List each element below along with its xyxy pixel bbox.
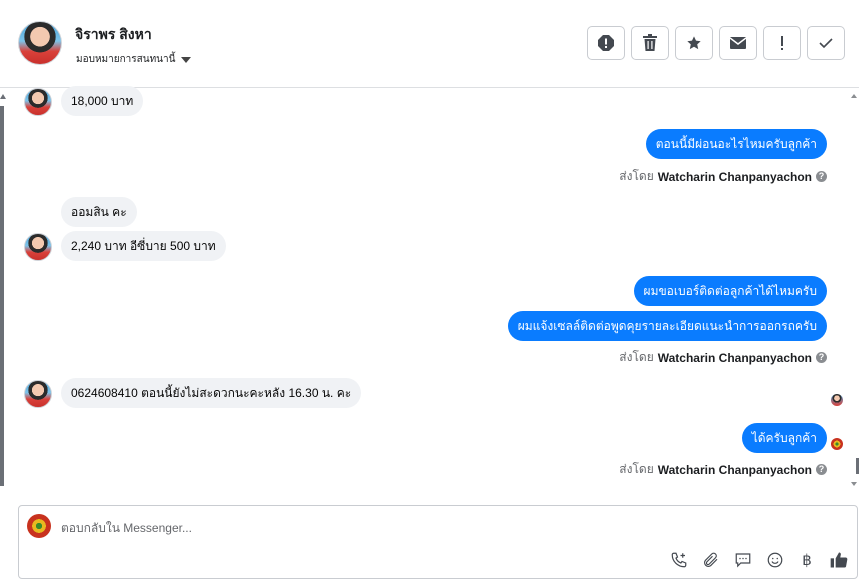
message-bubble-incoming[interactable]: 0624608410 ตอนนี้ยังไม่สะดวกนะคะหลัง 16.… <box>61 378 362 408</box>
follow-up-button[interactable] <box>763 26 801 60</box>
sent-by-prefix: ส่งโดย <box>619 169 654 183</box>
envelope-icon <box>730 37 746 49</box>
delivered-avatar <box>831 438 843 450</box>
sender-agent-name[interactable]: Watcharin Chanpanyachon <box>658 351 812 365</box>
sent-by-prefix: ส่งโดย <box>619 462 654 476</box>
paperclip-icon[interactable] <box>701 550 721 570</box>
help-icon[interactable]: ? <box>816 464 827 475</box>
composer-toolbar: ฿ <box>669 550 849 570</box>
star-icon <box>687 36 701 50</box>
right-scroll-down-arrow[interactable] <box>851 482 857 486</box>
sender-agent-name[interactable]: Watcharin Chanpanyachon <box>658 170 812 184</box>
right-scroll-up-arrow[interactable] <box>851 94 857 98</box>
mark-done-button[interactable] <box>807 26 845 60</box>
sent-by-label: ส่งโดย Watcharin Chanpanyachon ? <box>619 460 827 479</box>
message-bubble-incoming[interactable]: 2,240 บาท อีซี่บาย 500 บาท <box>61 231 226 261</box>
exclamation-icon <box>781 36 783 50</box>
help-icon[interactable]: ? <box>816 171 827 182</box>
contact-avatar[interactable] <box>18 21 62 65</box>
emoji-icon[interactable] <box>765 550 785 570</box>
page-avatar <box>27 514 51 538</box>
help-icon[interactable]: ? <box>816 352 827 363</box>
left-scrollbar[interactable] <box>0 106 4 486</box>
mark-unread-button[interactable] <box>719 26 757 60</box>
sender-avatar[interactable] <box>24 88 52 116</box>
sender-avatar[interactable] <box>24 380 52 408</box>
assign-conversation-dropdown[interactable]: มอบหมายการสนทนานี้ <box>76 52 192 67</box>
assign-label: มอบหมายการสนทนานี้ <box>76 54 176 65</box>
baht-icon[interactable]: ฿ <box>797 550 817 570</box>
message-bubble-incoming[interactable]: 18,000 บาท <box>61 86 144 116</box>
caret-down-icon <box>181 57 192 63</box>
trash-icon <box>643 34 657 51</box>
alert-octagon-icon <box>598 35 614 51</box>
reply-input[interactable] <box>61 518 761 538</box>
action-toolbar <box>587 26 845 60</box>
sent-by-label: ส่งโดย Watcharin Chanpanyachon ? <box>619 348 827 367</box>
delete-button[interactable] <box>631 26 669 60</box>
sent-by-label: ส่งโดย Watcharin Chanpanyachon ? <box>619 167 827 186</box>
check-icon <box>819 38 833 49</box>
message-bubble-incoming[interactable]: ออมสิน คะ <box>61 197 137 227</box>
star-button[interactable] <box>675 26 713 60</box>
seen-avatar <box>831 394 843 406</box>
sender-avatar[interactable] <box>24 233 52 261</box>
reply-composer: ฿ <box>18 505 858 579</box>
message-bubble-outgoing[interactable]: ผมขอเบอร์ติดต่อลูกค้าได้ไหมครับ <box>633 276 827 306</box>
chat-bubbles-icon[interactable] <box>733 550 753 570</box>
message-bubble-outgoing[interactable]: ตอนนี้มีผ่อนอะไรไหมครับลูกค้า <box>645 129 827 159</box>
spam-button[interactable] <box>587 26 625 60</box>
sent-by-prefix: ส่งโดย <box>619 350 654 364</box>
sender-agent-name[interactable]: Watcharin Chanpanyachon <box>658 463 812 477</box>
conversation-header: จิราพร สิงหา มอบหมายการสนทนานี้ <box>0 0 859 88</box>
contact-name[interactable]: จิราพร สิงหา <box>75 24 152 46</box>
scroll-up-arrow[interactable] <box>0 94 6 99</box>
message-bubble-outgoing[interactable]: ผมแจ้งเซลล์ติดต่อพูดคุยรายละเอียดแนะนำกา… <box>507 311 827 341</box>
message-bubble-outgoing[interactable]: ได้ครับลูกค้า <box>741 423 827 453</box>
thumbs-up-icon[interactable] <box>829 550 849 570</box>
message-thread[interactable]: 18,000 บาท ตอนนี้มีผ่อนอะไรไหมครับลูกค้า… <box>0 86 859 498</box>
phone-plus-icon[interactable] <box>669 550 689 570</box>
